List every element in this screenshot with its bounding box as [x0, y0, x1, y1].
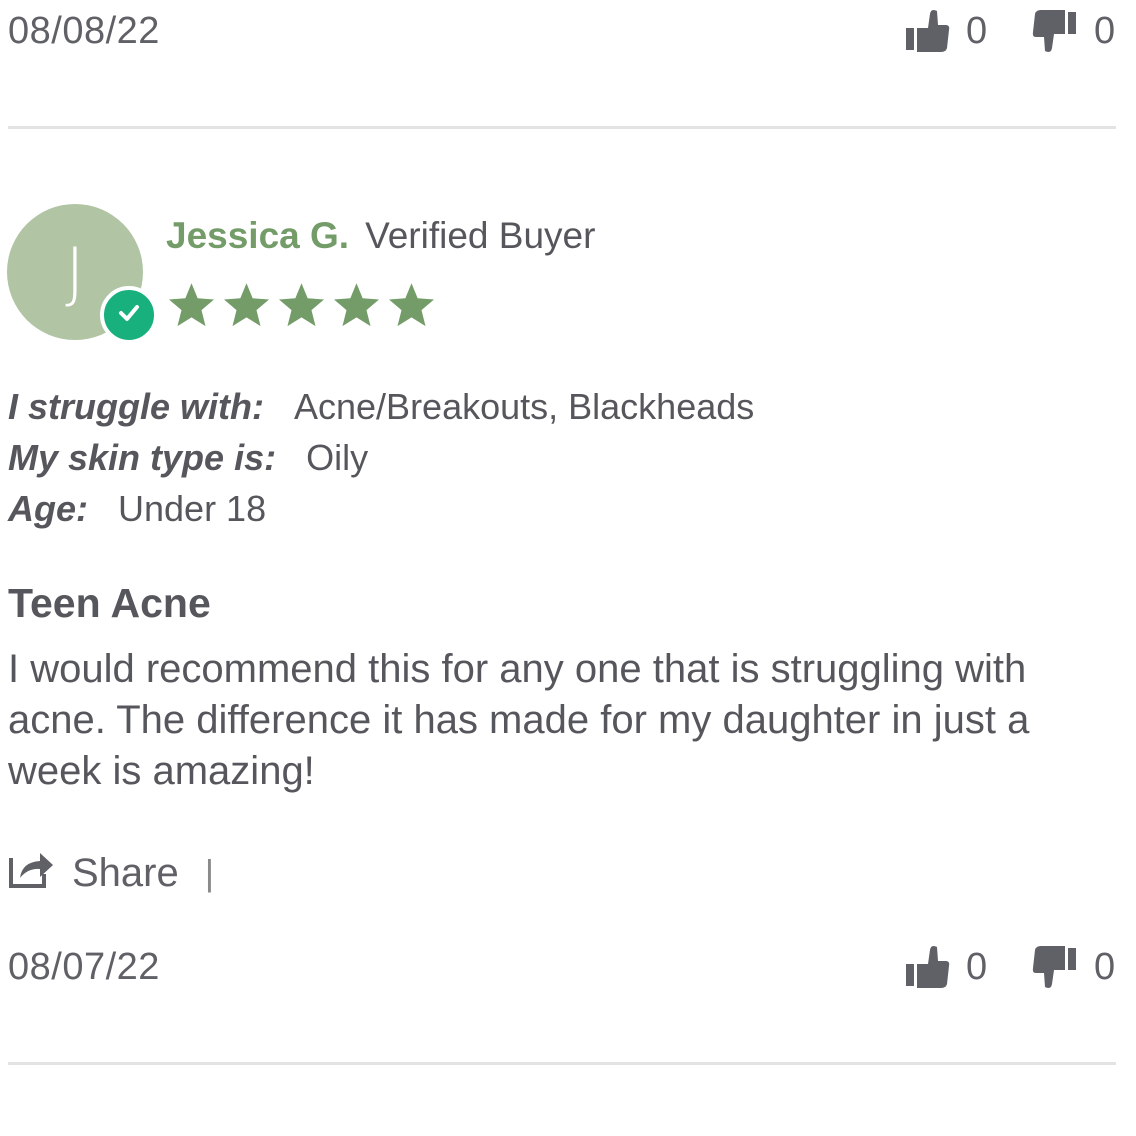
helpful-no-count: 0 — [1094, 945, 1116, 988]
thumbs-up-icon — [904, 8, 950, 54]
attribute-skin-type: My skin type is: Oily — [8, 437, 754, 488]
share-button[interactable]: Share | — [8, 848, 214, 898]
review-date: 08/08/22 — [8, 10, 160, 52]
attribute-age: Age: Under 18 — [8, 488, 754, 539]
thumbs-down-icon — [1032, 944, 1078, 990]
verified-buyer-label: Verified Buyer — [365, 215, 596, 256]
star-rating — [166, 280, 437, 331]
thumbs-down-icon — [1032, 8, 1078, 54]
helpful-no-button[interactable]: 0 — [1032, 8, 1115, 54]
star-icon — [333, 283, 380, 327]
helpful-yes-count: 0 — [966, 945, 988, 988]
attribute-concern: I struggle with: Acne/Breakouts, Blackhe… — [8, 386, 754, 437]
avatar-initial: J — [65, 233, 85, 311]
helpful-yes-button[interactable]: 0 — [904, 944, 987, 990]
verified-badge — [100, 286, 158, 344]
reviewer-name[interactable]: Jessica G. — [166, 215, 349, 257]
star-icon — [278, 283, 325, 327]
star-icon — [168, 283, 215, 327]
thumbs-up-icon — [904, 944, 950, 990]
attribute-value: Acne/Breakouts, Blackheads — [294, 386, 755, 427]
review-divider — [8, 1062, 1116, 1065]
review-attributes: I struggle with: Acne/Breakouts, Blackhe… — [8, 386, 754, 539]
helpful-yes-count: 0 — [966, 9, 988, 52]
check-icon — [116, 300, 142, 331]
helpful-no-count: 0 — [1094, 9, 1116, 52]
helpful-yes-button[interactable]: 0 — [904, 8, 987, 54]
star-icon — [388, 283, 435, 327]
attribute-label: I struggle with: — [8, 386, 264, 427]
attribute-value: Under 18 — [118, 488, 267, 529]
review-body: I would recommend this for any one that … — [8, 647, 1030, 793]
attribute-label: My skin type is: — [8, 437, 277, 478]
attribute-label: Age: — [8, 488, 88, 529]
review-title: Teen Acne — [8, 580, 211, 626]
star-icon — [223, 283, 270, 327]
helpful-no-button[interactable]: 0 — [1032, 944, 1115, 990]
reviewer-line: Jessica G. Verified Buyer — [166, 215, 595, 257]
review-divider — [8, 126, 1116, 129]
share-separator: | — [204, 852, 215, 893]
share-icon — [8, 848, 54, 898]
review-date: 08/07/22 — [8, 946, 160, 988]
attribute-value: Oily — [306, 437, 369, 478]
share-label: Share — [72, 850, 179, 895]
